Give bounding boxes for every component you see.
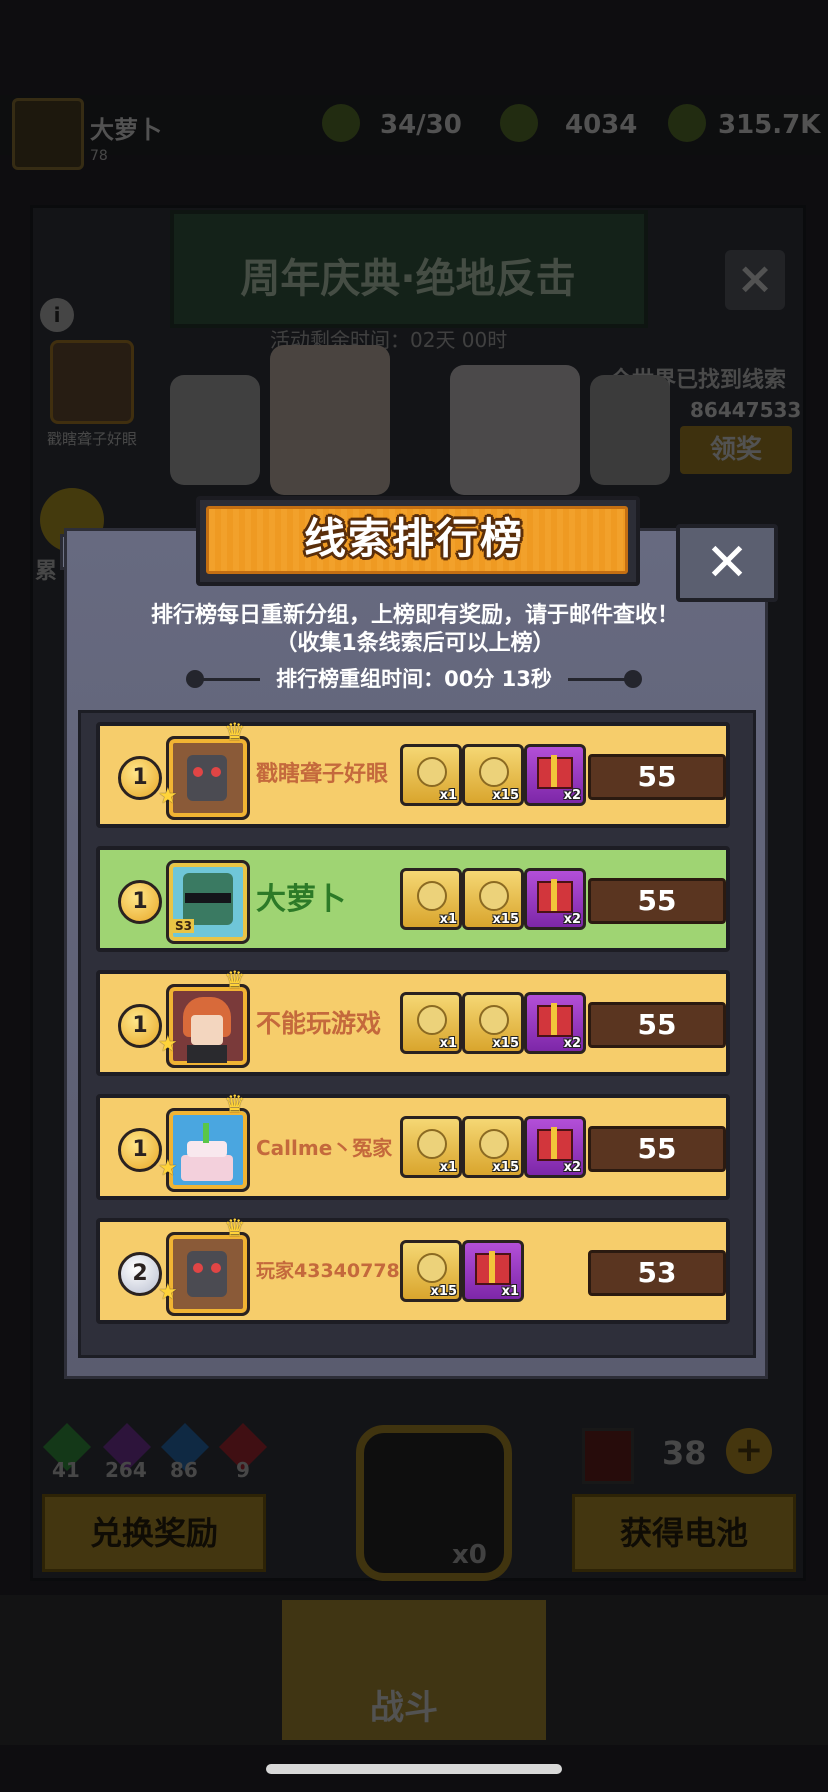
notice-line-2: （收集1条线索后可以上榜） [275,631,555,656]
score: 55 [588,1002,726,1048]
side-player-avatar [50,340,134,424]
reset-timer-text: 排行榜重组时间：00分 13秒 [276,667,552,691]
rank-badge: 1 [118,756,162,800]
world-found-count: 86447533 [690,398,802,422]
score: 55 [588,878,726,924]
player-name: Callme丶冤家 [256,1136,393,1160]
season-badge: S3 [173,919,194,933]
avatar [166,1108,250,1192]
get-battery-button[interactable]: 获得电池 [572,1494,796,1572]
battle-tab-label: 战斗 [370,1688,438,1728]
event-title: 周年庆典·绝地反击 [240,256,576,302]
add-battery-button[interactable]: + [726,1428,772,1474]
crown-icon: ♛ [224,718,246,746]
close-icon: ✕ [705,533,749,593]
reward-gold-crate[interactable]: x1 [400,868,462,930]
exchange-reward-button[interactable]: 兑换奖励 [42,1494,266,1572]
leaderboard-row[interactable]: 1 ♛ ★ 不能玩游戏 x1 x15 x2 55 [96,966,730,1076]
player-avatar [12,98,84,170]
star-icon: ★ [158,1032,178,1057]
gem-count-red: 9 [236,1458,250,1482]
resource-energy: 34/30 [380,110,462,140]
info-icon[interactable]: i [40,298,74,332]
close-button[interactable]: ✕ [676,524,778,602]
leaderboard-notice: 排行榜每日重新分组，上榜即有奖励，请于邮件查收！ （收集1条线索后可以上榜） [80,602,750,658]
reward-gift-box[interactable]: x2 [524,992,586,1054]
player-name: 不能玩游戏 [256,1009,382,1038]
avatar [166,736,250,820]
lock-icon[interactable] [356,1425,512,1581]
leaderboard-row-self[interactable]: 1 S3 大萝卜 x1 x15 x2 55 [96,846,730,952]
reward-gold-crate[interactable]: x1 [400,992,462,1054]
event-characters [150,345,670,495]
notice-line-1: 排行榜每日重新分组，上榜即有奖励，请于邮件查收！ [150,603,679,628]
leaderboard-row[interactable]: 1 ♛ ★ 戳瞎聋子好眼 x1 x15 x2 55 [96,718,730,828]
side-player-name: 戳瞎聋子好眼 [46,430,137,448]
reward-coin-crate[interactable]: x15 [462,868,524,930]
gem-count-purple: 264 [105,1458,147,1482]
rank-badge: 1 [118,1128,162,1172]
battery-icon [582,1428,634,1484]
crown-icon: ♛ [224,1090,246,1118]
player-name: 大萝卜 [256,882,346,917]
score: 55 [588,1126,726,1172]
reward-coin-crate[interactable]: x15 [462,1116,524,1178]
crown-icon: ♛ [224,1214,246,1242]
leaderboard-row[interactable]: 1 ♛ ★ Callme丶冤家 x1 x15 x2 55 [96,1090,730,1200]
reset-timer-row: 排行榜重组时间：00分 13秒 [186,664,642,694]
player-level: 78 [90,148,108,164]
player-name: 大萝卜 [90,116,162,144]
reward-gift-box[interactable]: x2 [524,868,586,930]
avatar [166,984,250,1068]
modal-title: 线索排行榜 [303,514,524,563]
score: 53 [588,1250,726,1296]
rank-badge: 1 [118,1004,162,1048]
avatar: S3 [166,860,250,944]
gem-count-green: 41 [52,1458,80,1482]
leaderboard-row[interactable]: 2 ♛ ★ 玩家43340778 x15 x1 53 [96,1214,730,1324]
crown-icon: ♛ [224,966,246,994]
rank-badge: 1 [118,880,162,924]
side-label: 累 [35,559,58,584]
score: 55 [588,754,726,800]
reward-gift-box[interactable]: x1 [462,1240,524,1302]
reward-gold-crate[interactable]: x1 [400,1116,462,1178]
player-name: 戳瞎聋子好眼 [256,762,389,787]
star-icon: ★ [158,1280,178,1305]
star-icon: ★ [158,1156,178,1181]
reward-coin-crate[interactable]: x15 [400,1240,462,1302]
resource-coins: 4034 [565,110,638,140]
home-indicator[interactable] [266,1764,562,1774]
reward-gift-box[interactable]: x2 [524,744,586,806]
claim-button[interactable]: 领奖 [680,426,792,474]
resource-gold: 315.7K [718,110,821,140]
rank-badge: 2 [118,1252,162,1296]
event-close-button[interactable]: × [725,250,785,310]
gem-count-blue: 86 [170,1458,198,1482]
star-icon: ★ [158,784,178,809]
reward-coin-crate[interactable]: x15 [462,744,524,806]
coin-icon [500,104,538,142]
gold-icon [668,104,706,142]
lock-count: x0 [452,1540,487,1570]
reward-coin-crate[interactable]: x15 [462,992,524,1054]
energy-icon [322,104,360,142]
avatar [166,1232,250,1316]
reward-gold-crate[interactable]: x1 [400,744,462,806]
player-name: 玩家43340778 [256,1260,400,1282]
reward-gift-box[interactable]: x2 [524,1116,586,1178]
battery-count: 38 [662,1434,707,1472]
